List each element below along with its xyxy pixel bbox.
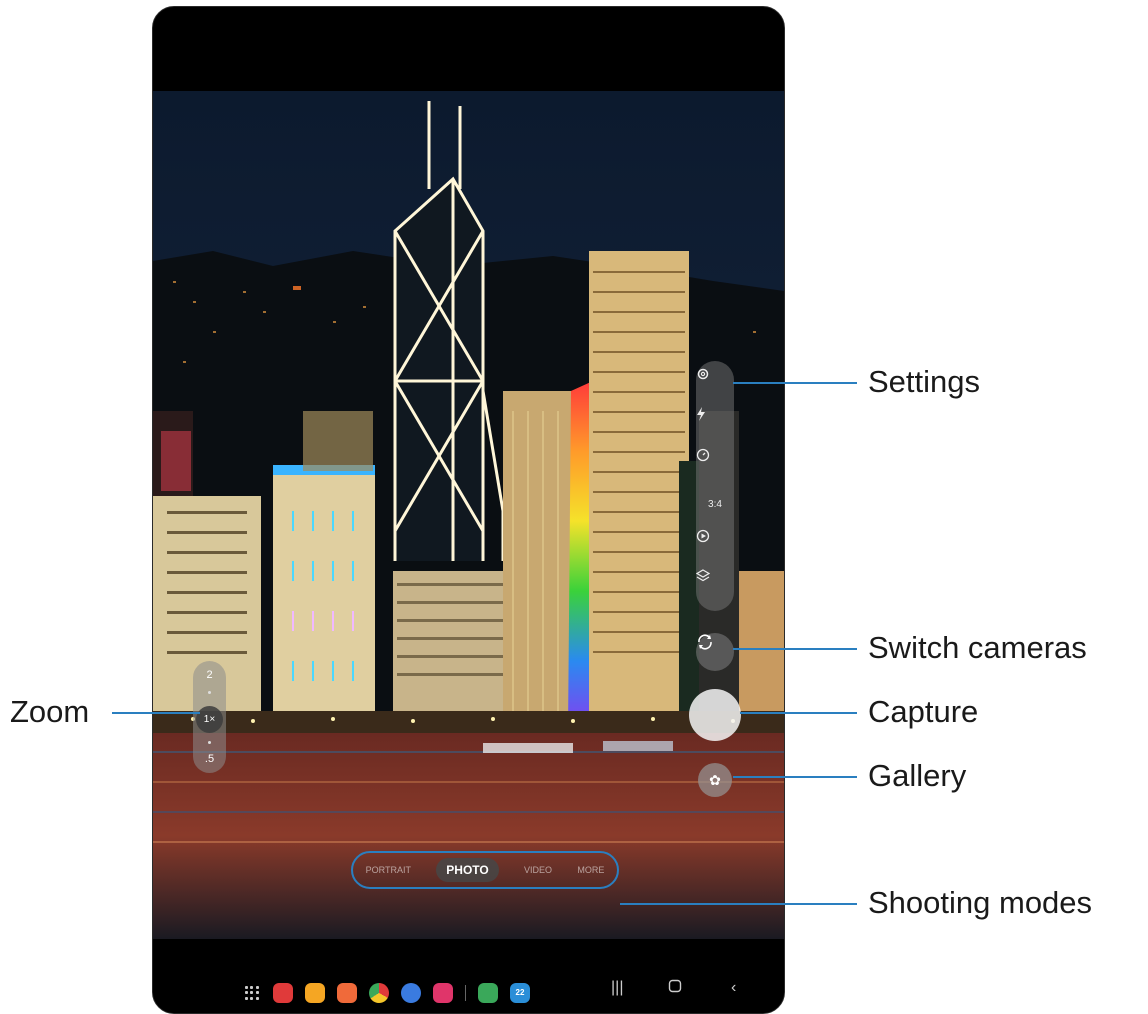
zoom-level-2[interactable]: 2 xyxy=(193,669,226,681)
apps-grid-icon[interactable] xyxy=(245,986,259,1000)
filters-icon[interactable] xyxy=(696,569,734,599)
back-icon[interactable]: ‹ xyxy=(731,979,736,997)
timer-icon[interactable] xyxy=(696,448,734,478)
zoom-level-active[interactable]: 1× xyxy=(196,706,223,733)
recents-icon[interactable]: ||| xyxy=(611,979,623,997)
motion-photo-icon[interactable] xyxy=(696,529,734,559)
messages-icon[interactable] xyxy=(401,983,421,1003)
contacts-icon[interactable] xyxy=(337,983,357,1003)
shooting-modes-bar: PORTRAIT PHOTO VIDEO MORE xyxy=(351,851,619,889)
zoom-tick xyxy=(208,741,211,744)
shooting-modes-callout: Shooting modes xyxy=(868,885,1093,920)
gear-icon[interactable] xyxy=(696,367,734,397)
settings-leader xyxy=(733,382,857,384)
shooting-modes-leader xyxy=(620,903,857,905)
calculator-icon[interactable] xyxy=(478,983,498,1003)
camera-preview[interactable]: 2 1× .5 3:4 ✿ PORTRAIT PHOTO VIDEO MORE xyxy=(153,91,784,939)
tablet-frame: 2 1× .5 3:4 ✿ PORTRAIT PHOTO VIDEO MORE … xyxy=(152,6,785,1014)
capture-leader xyxy=(740,712,857,714)
flipboard-icon[interactable] xyxy=(273,983,293,1003)
ratio-icon[interactable]: 3:4 xyxy=(696,489,734,519)
switch-cameras-leader xyxy=(733,648,857,650)
switch-camera-button[interactable] xyxy=(696,633,734,671)
calendar-icon[interactable]: 22 xyxy=(510,983,530,1003)
settings-callout: Settings xyxy=(868,364,981,399)
quick-settings-toolbar: 3:4 xyxy=(696,361,734,611)
my-files-icon[interactable] xyxy=(305,983,325,1003)
switch-cameras-callout: Switch cameras xyxy=(868,630,1087,665)
camera-icon[interactable] xyxy=(433,983,453,1003)
navigation-bar: 22 ||| ‹ xyxy=(153,939,784,1013)
zoom-control[interactable]: 2 1× .5 xyxy=(193,661,226,773)
capture-callout: Capture xyxy=(868,694,979,729)
zoom-tick xyxy=(208,691,211,694)
app-dock: 22 xyxy=(245,983,542,1003)
zoom-level-half[interactable]: .5 xyxy=(193,753,226,765)
gallery-callout: Gallery xyxy=(868,758,967,793)
chrome-icon[interactable] xyxy=(369,983,389,1003)
home-icon[interactable] xyxy=(668,979,682,998)
capture-button[interactable] xyxy=(689,689,741,741)
flower-icon: ✿ xyxy=(709,771,721,788)
gallery-leader xyxy=(733,776,857,778)
mode-more[interactable]: MORE xyxy=(577,865,604,875)
mode-portrait[interactable]: PORTRAIT xyxy=(366,865,411,875)
mode-video[interactable]: VIDEO xyxy=(524,865,552,875)
zoom-callout: Zoom xyxy=(10,694,90,729)
mode-photo[interactable]: PHOTO xyxy=(436,858,499,882)
flash-icon[interactable] xyxy=(696,407,734,437)
night-skyline-scene xyxy=(153,91,784,939)
dock-divider xyxy=(465,985,466,1001)
switch-camera-icon xyxy=(698,634,712,650)
zoom-leader xyxy=(112,712,200,714)
gallery-thumbnail[interactable]: ✿ xyxy=(698,763,732,797)
